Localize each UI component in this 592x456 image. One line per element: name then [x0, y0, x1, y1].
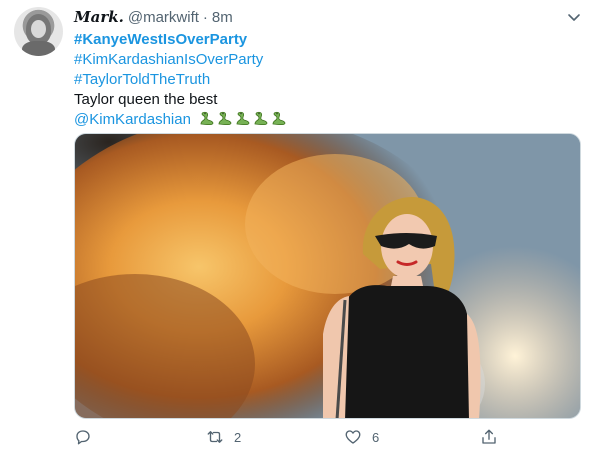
share-icon: [482, 429, 496, 444]
chevron-down-icon[interactable]: [566, 9, 582, 25]
user-handle[interactable]: @markwift: [128, 9, 199, 26]
display-name[interactable]: Mark.: [74, 8, 124, 26]
tweet-actions: 2 6: [74, 428, 581, 450]
reply-button[interactable]: [74, 428, 102, 446]
tweet-text: #KanyeWestIsOverParty #KimKardashianIsOv…: [74, 30, 574, 130]
retweet-button[interactable]: 2: [206, 428, 241, 446]
snake-emoji-icon: [218, 111, 232, 126]
avatar[interactable]: [14, 7, 63, 56]
separator-dot: ·: [202, 9, 208, 26]
tweet[interactable]: Mark. @markwift · 8m #KanyeWestIsOverPar…: [0, 0, 592, 456]
snake-emoji-icon: [272, 111, 286, 126]
heart-icon: [345, 430, 361, 444]
share-button[interactable]: [480, 428, 508, 446]
snake-emoji-icon: [236, 111, 250, 126]
tweet-sentence: Taylor queen the best: [74, 91, 218, 108]
hashtag-link[interactable]: #TaylorToldTheTruth: [74, 71, 210, 88]
hashtag-link[interactable]: #KanyeWestIsOverParty: [74, 31, 247, 48]
photo-of-woman-with-explosion: [75, 134, 580, 418]
retweet-count: 2: [234, 429, 242, 445]
snake-emoji-row: [199, 111, 287, 127]
reply-icon: [76, 430, 90, 445]
hashtag-link[interactable]: #KimKardashianIsOverParty: [74, 51, 263, 68]
tweet-media-image[interactable]: [74, 133, 581, 419]
tweet-timestamp[interactable]: 8m: [212, 9, 233, 26]
snake-emoji-icon: [200, 111, 214, 126]
tweet-header: Mark. @markwift · 8m: [74, 8, 233, 28]
snake-emoji-icon: [254, 111, 268, 126]
like-count: 6: [372, 429, 380, 445]
retweet-icon: [207, 431, 223, 443]
like-button[interactable]: 6: [344, 428, 379, 446]
avatar-face: [31, 20, 46, 38]
mention-link[interactable]: @KimKardashian: [74, 111, 191, 128]
avatar-body: [22, 41, 55, 56]
